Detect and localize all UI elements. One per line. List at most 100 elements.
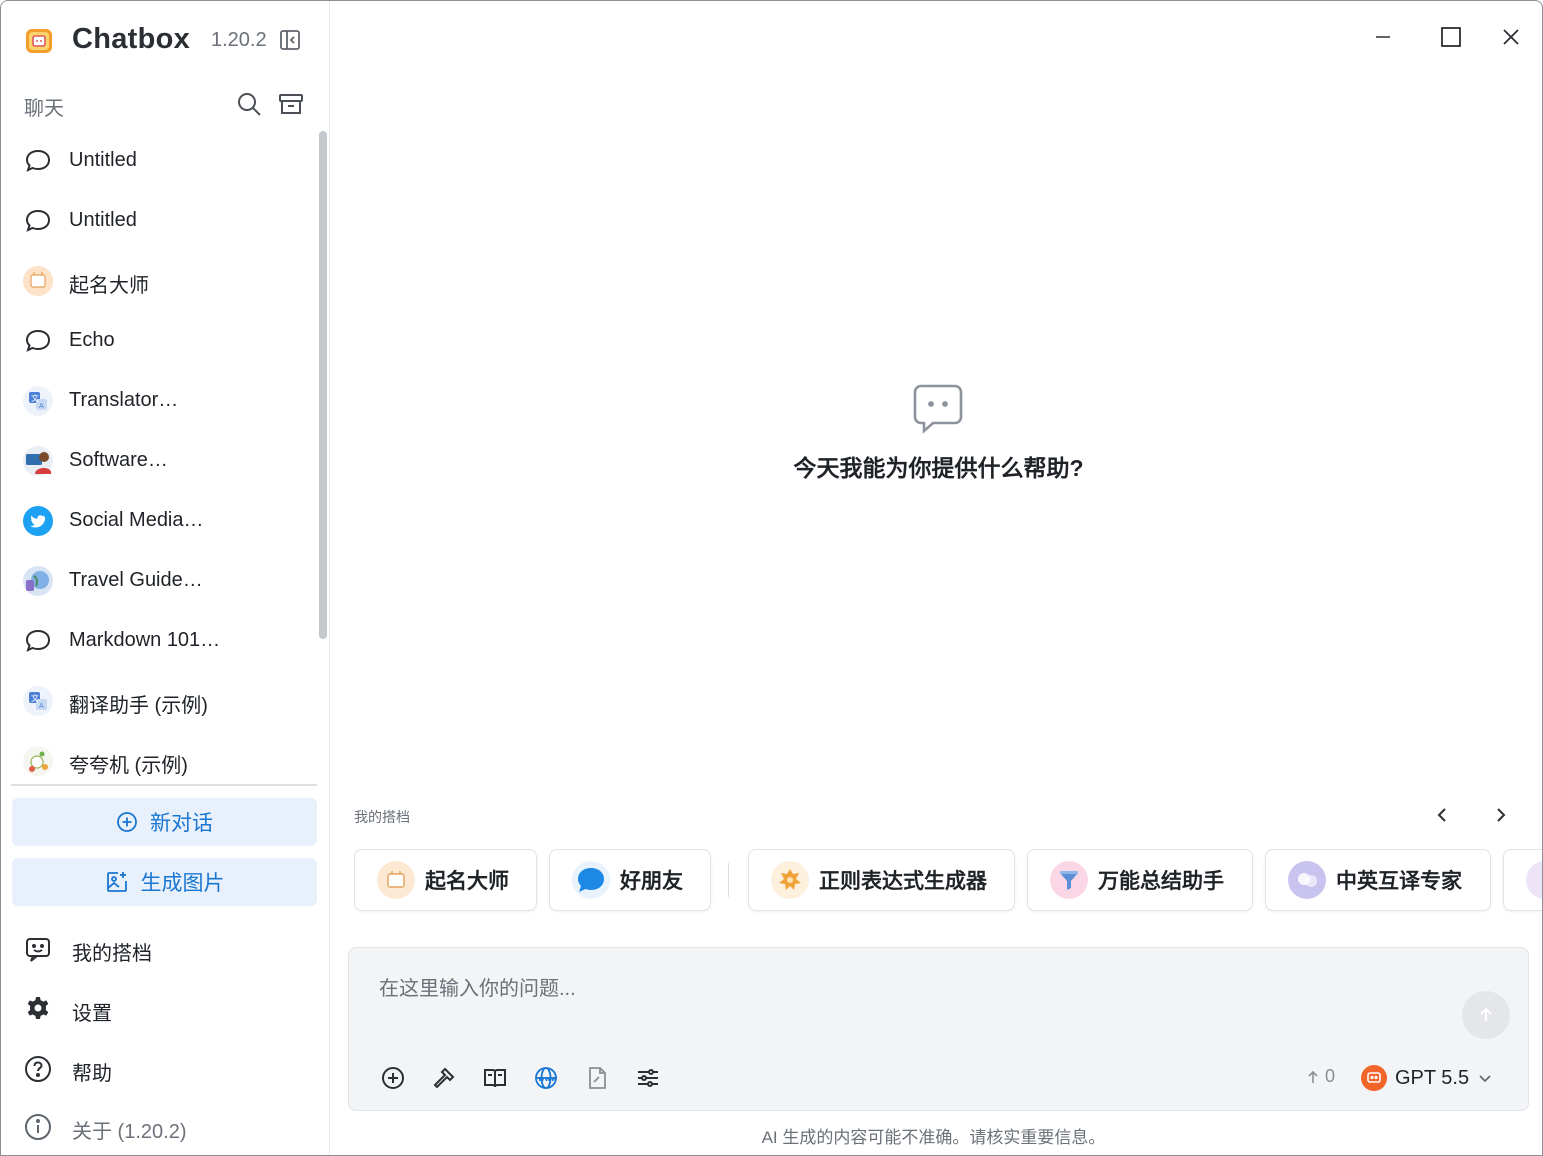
- model-name: GPT 5.5: [1395, 1066, 1470, 1089]
- message-composer: 在这里输入你的问题... www 0 GPT 5.5: [348, 947, 1529, 1111]
- partner-card-name: 正则表达式生成器: [819, 870, 987, 893]
- chat-item-label: Echo: [69, 329, 115, 351]
- collapse-sidebar-icon[interactable]: [279, 29, 301, 51]
- token-counter: 0: [1305, 1066, 1335, 1087]
- menu-item-about[interactable]: 关于 (1.20.2): [23, 1106, 313, 1146]
- chat-bot-icon: [913, 384, 962, 434]
- chat-item-label: Translator…: [69, 389, 179, 411]
- menu-item-partners[interactable]: 我的搭档: [23, 928, 313, 968]
- translator-avatar-icon: 文A: [23, 686, 53, 716]
- archive-icon[interactable]: [278, 91, 304, 117]
- model-selector[interactable]: GPT 5.5: [1361, 1062, 1493, 1094]
- partner-card-name: 起名大师: [425, 870, 509, 893]
- knowledge-book-icon[interactable]: [481, 1064, 509, 1092]
- svg-text:A: A: [39, 402, 44, 410]
- menu-item-help[interactable]: 帮助: [23, 1048, 313, 1088]
- svg-text:A: A: [39, 702, 44, 710]
- file-attach-icon[interactable]: [583, 1064, 611, 1092]
- chat-section-header: 聊天: [24, 89, 304, 120]
- settings-sliders-icon[interactable]: [634, 1064, 662, 1092]
- partner-avatar-icon: [1526, 861, 1542, 899]
- twitter-avatar-icon: [23, 506, 53, 536]
- menu-item-label: 关于 (1.20.2): [72, 1121, 187, 1143]
- partner-icon: [23, 934, 53, 964]
- chat-bubble-icon: [23, 146, 53, 176]
- new-chat-button[interactable]: 新对话: [12, 798, 317, 846]
- friend-avatar-icon: [572, 861, 610, 899]
- chat-item[interactable]: 起名大师: [11, 256, 311, 306]
- message-input[interactable]: 在这里输入你的问题...: [379, 972, 576, 1001]
- partner-card-name: 好朋友: [620, 870, 683, 893]
- search-icon[interactable]: [236, 91, 262, 117]
- attach-plus-icon[interactable]: [379, 1064, 407, 1092]
- web-browse-icon[interactable]: www: [532, 1064, 560, 1092]
- chevron-right-icon[interactable]: [1489, 803, 1513, 827]
- chat-item-label: Untitled: [69, 209, 137, 231]
- chat-list-scrollbar[interactable]: [319, 131, 327, 639]
- generate-image-button[interactable]: 生成图片: [12, 858, 317, 906]
- chat-item-label: Travel Guide…: [69, 569, 203, 591]
- chat-item-label: Software…: [69, 449, 168, 471]
- svg-text:文: 文: [31, 693, 39, 703]
- chat-bubble-icon: [23, 206, 53, 236]
- partner-card[interactable]: 中英互译专家: [1265, 849, 1491, 911]
- software-avatar-icon: [23, 446, 53, 476]
- gear-icon: [23, 994, 53, 1024]
- chat-item[interactable]: Software…: [11, 436, 311, 486]
- chat-item-label: 翻译助手 (示例): [69, 695, 208, 717]
- partner-card[interactable]: 好朋友: [549, 849, 711, 911]
- partner-cards-row: 起名大师 好朋友 正则表达式生成器 万能总结助手 中英互译专家: [354, 849, 1542, 913]
- brand-header: Chatbox 1.20.2: [21, 21, 311, 61]
- chat-item[interactable]: 文A Translator…: [11, 376, 311, 426]
- maximize-icon[interactable]: [1437, 23, 1465, 51]
- menu-item-label: 设置: [72, 1003, 112, 1025]
- chat-item[interactable]: Untitled: [11, 136, 311, 186]
- plus-circle-icon: [117, 812, 137, 832]
- hammer-tool-icon[interactable]: [430, 1064, 458, 1092]
- chat-item-label: Markdown 101…: [69, 629, 221, 651]
- chat-item[interactable]: Social Media…: [11, 496, 311, 546]
- chat-item[interactable]: Travel Guide…: [11, 556, 311, 606]
- partners-section-label: 我的搭档: [354, 809, 410, 825]
- menu-item-settings[interactable]: 设置: [23, 988, 313, 1028]
- chat-item[interactable]: Untitled: [11, 196, 311, 246]
- translation-expert-avatar-icon: [1288, 861, 1326, 899]
- chat-item[interactable]: Echo: [11, 316, 311, 366]
- praise-avatar-icon: [23, 746, 53, 776]
- welcome-empty-state: 今天我能为你提供什么帮助?: [331, 381, 1542, 483]
- divider: [11, 784, 317, 786]
- partner-card[interactable]: 起名大师: [354, 849, 537, 911]
- svg-text:文: 文: [31, 393, 39, 403]
- chat-item-label: Social Media…: [69, 509, 204, 531]
- chat-list: Untitled Untitled 起名大师 Echo 文 A Translat…: [11, 131, 311, 781]
- chevron-left-icon[interactable]: [1430, 803, 1454, 827]
- app-window: Chatbox 1.20.2 聊天 Untitled Untitled 起名大师…: [0, 0, 1543, 1156]
- chat-item-label: 起名大师: [69, 275, 149, 297]
- partner-card[interactable]: 正则表达式生成器: [748, 849, 1015, 911]
- travel-avatar-icon: [23, 566, 53, 596]
- summary-assistant-avatar-icon: [1050, 861, 1088, 899]
- naming-master-avatar-icon: [23, 266, 53, 296]
- arrow-up-icon: [1480, 1007, 1492, 1021]
- welcome-title: 今天我能为你提供什么帮助?: [793, 455, 1084, 481]
- arrow-up-icon: [1308, 1070, 1318, 1083]
- chat-item-label: 夸夸机 (示例): [69, 755, 188, 777]
- partner-card[interactable]: 万能总结助手: [1027, 849, 1253, 911]
- minimize-icon[interactable]: [1369, 23, 1397, 51]
- partner-card[interactable]: [1503, 849, 1542, 911]
- info-icon: [23, 1112, 53, 1142]
- ai-disclaimer: AI 生成的内容可能不准确。请核实重要信息。: [761, 1128, 1106, 1147]
- app-name: Chatbox: [72, 23, 191, 55]
- chat-item[interactable]: 夸夸机 (示例): [11, 736, 311, 786]
- translator-avatar-icon: 文A: [23, 386, 53, 416]
- sidebar: Chatbox 1.20.2 聊天 Untitled Untitled 起名大师…: [1, 1, 330, 1155]
- new-chat-label: 新对话: [150, 812, 213, 835]
- divider: [728, 863, 729, 897]
- chat-item-label: Untitled: [69, 149, 137, 171]
- help-icon: [23, 1054, 53, 1084]
- chat-section-title: 聊天: [24, 98, 64, 120]
- chat-item[interactable]: 文A 翻译助手 (示例): [11, 676, 311, 726]
- chat-item[interactable]: Markdown 101…: [11, 616, 311, 666]
- close-icon[interactable]: [1497, 23, 1525, 51]
- send-button[interactable]: [1462, 991, 1510, 1039]
